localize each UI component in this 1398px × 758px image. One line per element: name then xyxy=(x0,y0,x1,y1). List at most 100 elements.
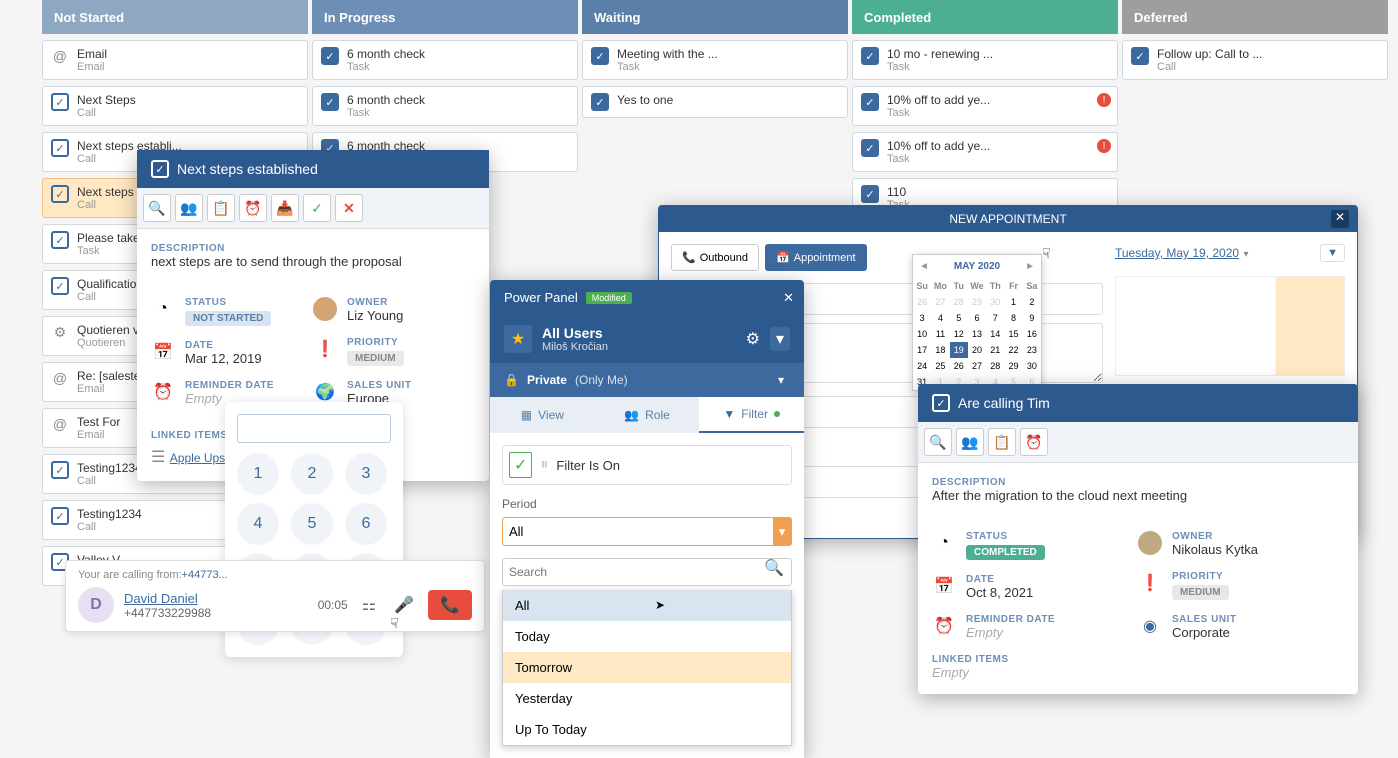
outbound-button[interactable]: 📞 Outbound xyxy=(671,244,759,271)
next-month[interactable]: ► xyxy=(1025,261,1035,272)
calendar-day[interactable]: 9 xyxy=(1023,310,1041,326)
column-header: Deferred xyxy=(1122,0,1388,34)
close-icon[interactable]: ✕ xyxy=(335,194,363,222)
calendar-day[interactable]: 16 xyxy=(1023,326,1041,342)
call-bar: Your are calling from:+44773... D David … xyxy=(65,560,485,632)
kanban-card[interactable]: ✓6 month checkTask xyxy=(312,86,578,126)
chevron-down-icon[interactable]: ▾ xyxy=(770,327,790,351)
close-icon[interactable]: ✕ xyxy=(1331,210,1349,228)
kanban-card[interactable]: ✓Next StepsCall xyxy=(42,86,308,126)
calendar-day[interactable]: 24 xyxy=(913,358,931,374)
call-duration: 00:05 xyxy=(318,598,348,612)
tab-view[interactable]: ▦ View xyxy=(490,397,595,433)
period-select[interactable]: All▾ xyxy=(502,517,792,546)
gear-icon[interactable]: ⚙ xyxy=(746,329,760,349)
calendar-day[interactable]: 10 xyxy=(913,326,931,342)
checkbox-icon: ✓ xyxy=(51,461,69,479)
prev-month[interactable]: ◄ xyxy=(919,261,929,272)
calendar-day[interactable]: 27 xyxy=(931,294,949,310)
calendar-day[interactable]: 14 xyxy=(986,326,1004,342)
calendar-day[interactable]: 27 xyxy=(968,358,986,374)
calendar-day[interactable]: 18 xyxy=(931,342,949,358)
calendar-day[interactable]: 5 xyxy=(950,310,968,326)
dropdown-option[interactable]: Yesterday xyxy=(503,683,791,714)
complete-icon[interactable]: ✓ xyxy=(303,194,331,222)
appointment-button[interactable]: 📅 Appointment xyxy=(765,244,866,271)
search-input[interactable] xyxy=(502,558,792,586)
calendar-day[interactable]: 25 xyxy=(931,358,949,374)
date-link[interactable]: Tuesday, May 19, 2020 xyxy=(1115,246,1239,260)
caller-number: +447733229988 xyxy=(124,606,211,620)
caller-name[interactable]: David Daniel xyxy=(124,591,211,606)
archive-icon[interactable]: 📥 xyxy=(271,194,299,222)
calendar-day[interactable]: 29 xyxy=(968,294,986,310)
chevron-down-icon[interactable]: ▾ xyxy=(772,371,790,389)
calendar-day[interactable]: 13 xyxy=(968,326,986,342)
calendar-day[interactable]: 30 xyxy=(1023,358,1041,374)
calendar-day[interactable]: 6 xyxy=(968,310,986,326)
close-icon[interactable]: ✕ xyxy=(783,290,794,306)
hangup-button[interactable]: 📞 xyxy=(428,590,472,620)
calendar-day[interactable]: 21 xyxy=(986,342,1004,358)
numpad-3[interactable]: 3 xyxy=(345,453,387,495)
tab-filter[interactable]: ▼ Filter xyxy=(699,397,804,433)
numpad-1[interactable]: 1 xyxy=(237,453,279,495)
kanban-card[interactable]: @EmailEmail xyxy=(42,40,308,80)
calendar-day[interactable]: 30 xyxy=(986,294,1004,310)
calendar-day[interactable]: 7 xyxy=(986,310,1004,326)
calendar-day[interactable]: 29 xyxy=(1004,358,1022,374)
calendar-day[interactable]: 28 xyxy=(986,358,1004,374)
dropdown-option[interactable]: Up To Today xyxy=(503,714,791,745)
calendar-day[interactable]: 12 xyxy=(950,326,968,342)
kanban-card[interactable]: ✓Follow up: Call to ...Call xyxy=(1122,40,1388,80)
numpad-5[interactable]: 5 xyxy=(291,503,333,545)
calendar-day[interactable]: 28 xyxy=(950,294,968,310)
calendar-day[interactable]: 1 xyxy=(1004,294,1022,310)
numpad-4[interactable]: 4 xyxy=(237,503,279,545)
calendar-day[interactable]: 15 xyxy=(1004,326,1022,342)
dropdown-option[interactable]: All xyxy=(503,590,791,621)
calendar-day[interactable]: 26 xyxy=(913,294,931,310)
kanban-card[interactable]: ✓Yes to one xyxy=(582,86,848,118)
calendar-day[interactable]: 17 xyxy=(913,342,931,358)
dial-input[interactable] xyxy=(237,414,391,443)
calendar-day[interactable]: 19 xyxy=(950,342,968,358)
calendar-day[interactable]: 2 xyxy=(1023,294,1041,310)
star-icon[interactable]: ★ xyxy=(504,325,532,353)
dialpad-icon[interactable]: ⚏ xyxy=(362,595,376,615)
alarm-icon[interactable]: ⏰ xyxy=(1020,428,1048,456)
calendar-day[interactable]: 22 xyxy=(1004,342,1022,358)
copy-icon[interactable]: 📋 xyxy=(988,428,1016,456)
kanban-card[interactable]: ✓10 mo - renewing ...Task xyxy=(852,40,1118,80)
search-icon[interactable]: 🔍 xyxy=(143,194,171,222)
kanban-card[interactable]: ✓Meeting with the ...Task xyxy=(582,40,848,80)
alarm-icon[interactable]: ⏰ xyxy=(239,194,267,222)
mute-icon[interactable]: 🎤 xyxy=(394,595,414,615)
people-icon[interactable]: 👥 xyxy=(956,428,984,456)
reminder-icon: ⏰ xyxy=(932,614,956,638)
calendar-day[interactable]: 8 xyxy=(1004,310,1022,326)
tab-role[interactable]: 👥 Role xyxy=(595,397,700,433)
dropdown-option[interactable]: Today xyxy=(503,621,791,652)
calendar-day[interactable]: 26 xyxy=(950,358,968,374)
status-icon: ◔ xyxy=(932,531,956,555)
people-icon[interactable]: 👥 xyxy=(175,194,203,222)
calendar-day[interactable]: 11 xyxy=(931,326,949,342)
copy-icon[interactable]: 📋 xyxy=(207,194,235,222)
calendar-day[interactable]: 23 xyxy=(1023,342,1041,358)
checkbox-icon: ✓ xyxy=(861,47,879,65)
dropdown-option[interactable]: Tomorrow xyxy=(503,652,791,683)
checkbox-icon: ✓ xyxy=(51,139,69,157)
numpad-6[interactable]: 6 xyxy=(345,503,387,545)
search-icon[interactable]: 🔍 xyxy=(924,428,952,456)
checkbox-icon: ✓ xyxy=(591,93,609,111)
calendar-day[interactable]: 3 xyxy=(913,310,931,326)
calendar-day[interactable]: 4 xyxy=(931,310,949,326)
filter-icon[interactable]: ▼ xyxy=(1320,244,1345,262)
kanban-card[interactable]: ✓10% off to add ye...Task! xyxy=(852,132,1118,172)
kanban-card[interactable]: ✓6 month checkTask xyxy=(312,40,578,80)
calendar-day[interactable]: 20 xyxy=(968,342,986,358)
search-icon[interactable]: 🔍 xyxy=(764,558,784,578)
kanban-card[interactable]: ✓10% off to add ye...Task! xyxy=(852,86,1118,126)
numpad-2[interactable]: 2 xyxy=(291,453,333,495)
